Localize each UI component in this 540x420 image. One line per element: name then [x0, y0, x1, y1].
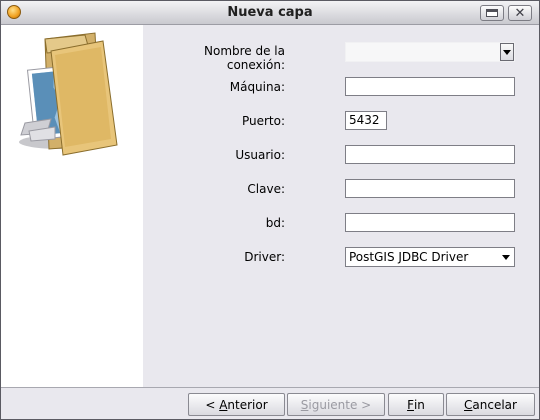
chevron-down-icon[interactable] [499, 249, 513, 265]
minimize-button[interactable] [480, 5, 504, 21]
host-label: Máquina: [229, 80, 285, 94]
driver-select[interactable]: PostGIS JDBC Driver [345, 247, 515, 267]
close-button[interactable]: ✕ [508, 5, 532, 21]
back-button-prefix: < [205, 397, 220, 412]
port-label: Puerto: [241, 114, 285, 128]
folder-with-map-icon [19, 32, 118, 156]
driver-value: PostGIS JDBC Driver [349, 250, 469, 264]
connection-name-select[interactable] [345, 42, 515, 62]
next-button[interactable]: Siguiente > [287, 393, 385, 416]
next-button-label: iguiente > [308, 397, 372, 412]
back-button-mnemonic: A [219, 397, 228, 412]
back-button[interactable]: < Anterior [188, 393, 285, 416]
cancel-button[interactable]: Cancelar [446, 393, 535, 416]
host-field[interactable] [345, 77, 515, 96]
driver-label: Driver: [244, 250, 285, 264]
finish-button-label: in [413, 397, 425, 412]
next-button-mnemonic: S [300, 397, 309, 412]
user-field[interactable] [345, 145, 515, 164]
user-label: Usuario: [235, 148, 285, 162]
password-field[interactable] [345, 179, 515, 198]
wizard-sidebar [1, 25, 143, 387]
back-button-label: nterior [227, 397, 268, 412]
chevron-down-icon[interactable] [500, 43, 514, 61]
minimize-icon [486, 9, 498, 17]
database-label: bd: [265, 216, 285, 230]
title-bar[interactable]: Nueva capa ✕ [1, 1, 539, 25]
cancel-button-mnemonic: C [464, 397, 473, 412]
password-label: Clave: [247, 182, 285, 196]
wizard-footer: < Anterior Siguiente > Fin Cancelar [1, 387, 539, 419]
port-field[interactable]: 5432 [345, 111, 387, 130]
finish-button[interactable]: Fin [388, 393, 444, 416]
database-field[interactable] [345, 213, 515, 232]
dialog-window: Nueva capa ✕ Nombre de la conexión: Máqu… [0, 0, 540, 420]
finish-button-mnemonic: F [407, 397, 414, 412]
connection-name-label: Nombre de la conexión: [204, 44, 285, 72]
connection-form: Nombre de la conexión: Máquina: Puerto: … [143, 25, 539, 387]
cancel-button-label: ancelar [472, 397, 517, 412]
close-icon: ✕ [514, 5, 526, 21]
window-title: Nueva capa [227, 5, 313, 20]
